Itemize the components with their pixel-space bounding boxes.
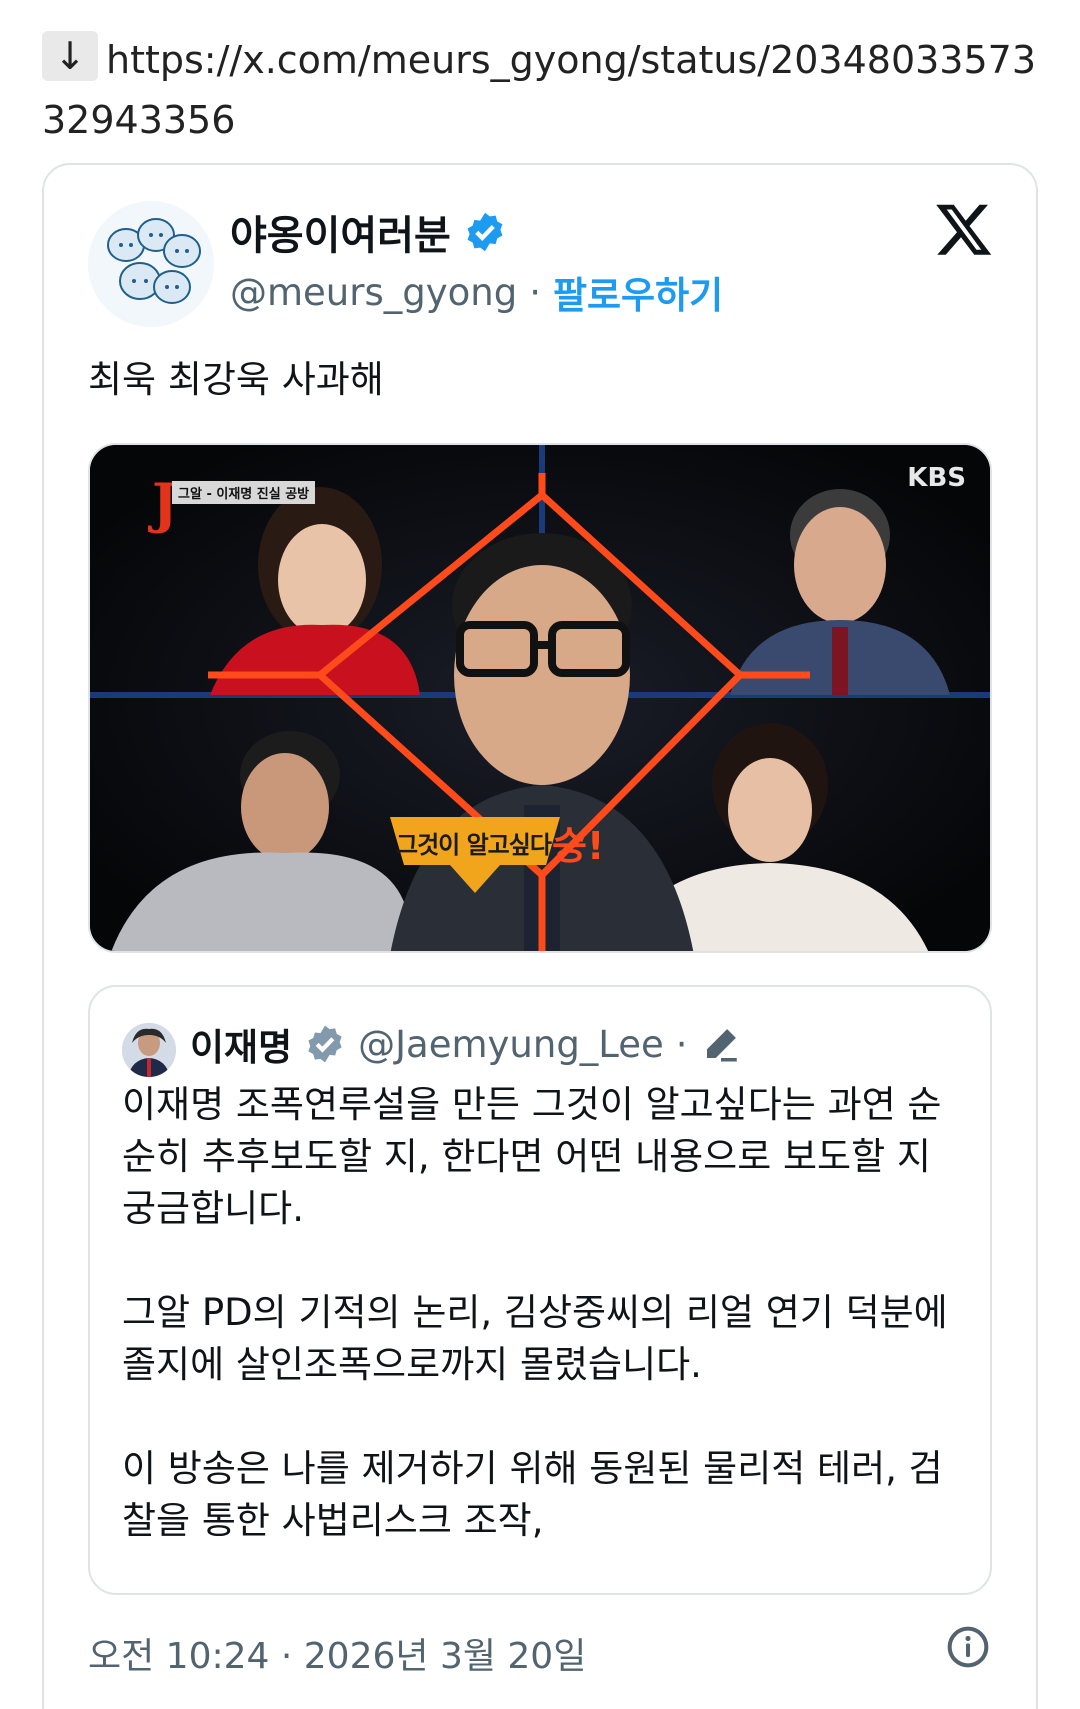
quoted-header: 이재명 @Jaemyung_Lee · [190, 1017, 742, 1071]
source-url[interactable]: https://x.com/meurs_gyong/status/2034803… [42, 38, 1036, 142]
tweet-media-image[interactable]: J 그알 - 이재명 진실 공방 KBS 그것이 알고싶다 승! [88, 443, 992, 953]
quoted-paragraph: 이재명 조폭연루설을 만든 그것이 알고싶다는 과연 순순히 추후보도할 지, … [122, 1083, 942, 1230]
verified-gray-badge-icon [308, 1025, 342, 1063]
quoted-handle[interactable]: @Jaemyung_Lee [358, 1023, 664, 1066]
avatar[interactable] [88, 201, 214, 327]
quoted-paragraph: 이 방송은 나를 제거하기 위해 동원된 물리적 테러, 검찰을 통한 사법리스… [122, 1447, 943, 1542]
separator-dot: · [529, 270, 541, 314]
source-link[interactable]: ↓ https://x.com/meurs_gyong/status/203480… [42, 30, 1042, 150]
tweet-timestamp[interactable]: 오전 10:24 · 2026년 3월 20일 [88, 1627, 586, 1679]
display-name[interactable]: 야옹이여러분 [230, 203, 507, 261]
tweet-text: 최욱 최강욱 사과해 [88, 358, 384, 401]
x-logo-icon[interactable] [934, 199, 994, 259]
tweet-embed-card: 야옹이여러분 @meurs_gyong · 팔로우하기 최욱 최강욱 사과해 J… [42, 163, 1038, 1709]
quoted-separator: · [675, 1022, 688, 1066]
quoted-name[interactable]: 이재명 [190, 1017, 292, 1071]
media-caption: 그알 - 이재명 진실 공방 [172, 481, 316, 504]
handle-row: @meurs_gyong · 팔로우하기 [230, 265, 723, 319]
media-network-logo: KBS [907, 463, 966, 493]
down-arrow-icon: ↓ [42, 31, 98, 81]
quoted-text: 이재명 조폭연루설을 만든 그것이 알고싶다는 과연 순순히 추후보도할 지, … [122, 1079, 972, 1599]
verified-badge-icon [467, 212, 503, 252]
media-banner-text: 그것이 알고싶다 [396, 831, 552, 859]
media-banner-suffix: 승! [552, 824, 605, 868]
handle[interactable]: @meurs_gyong [230, 271, 517, 314]
info-icon[interactable] [946, 1625, 990, 1669]
follow-button[interactable]: 팔로우하기 [553, 265, 723, 319]
quoted-paragraph: 그알 PD의 기적의 논리, 김상중씨의 리얼 연기 덕분에 졸지에 살인조폭으… [122, 1291, 948, 1386]
edit-pencil-icon [706, 1029, 737, 1062]
quoted-avatar[interactable] [122, 1023, 176, 1077]
display-name-text: 야옹이여러분 [230, 213, 451, 259]
quoted-tweet[interactable]: 이재명 @Jaemyung_Lee · 이재명 조폭연루설을 만든 그것이 알고… [88, 985, 992, 1595]
